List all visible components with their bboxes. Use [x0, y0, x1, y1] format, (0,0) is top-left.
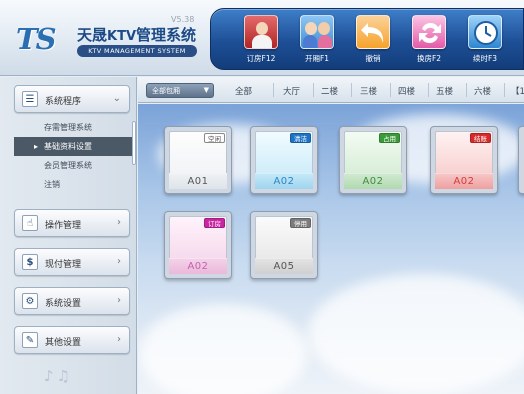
- chevron-right-icon: ›: [117, 334, 121, 345]
- tab-floor-4[interactable]: 四楼: [398, 85, 415, 97]
- app-title-cn: 天晟: [77, 26, 108, 44]
- gear-icon: ⚙: [22, 293, 38, 309]
- room-card[interactable]: 空闲 A01: [164, 126, 232, 194]
- dropdown-arrow-icon: ▼: [203, 86, 209, 94]
- tab-hall[interactable]: 大厅: [283, 85, 300, 97]
- extend-time-label: 续时F3: [472, 54, 498, 63]
- room-card[interactable]: 停用 A05: [250, 211, 318, 279]
- sidebar-item-label: 现付管理: [45, 260, 82, 270]
- system-program-label: 系统程序: [45, 97, 82, 107]
- main-toolbar: 订房F12 开厢F1 撤销 换房F2 续时F3: [210, 8, 524, 70]
- app-title-ktv: KTV: [107, 29, 137, 44]
- tab-all[interactable]: 全部: [235, 85, 252, 97]
- chevron-right-icon: ›: [117, 217, 121, 228]
- logo: TS: [16, 22, 57, 56]
- room-number: A01: [169, 173, 227, 189]
- tab-floor-6[interactable]: 六楼: [474, 85, 491, 97]
- room-number: A02: [435, 173, 493, 189]
- room-filter-select[interactable]: 全部包厢 ▼: [146, 83, 214, 98]
- room-card[interactable]: 占用 A02: [339, 126, 407, 194]
- undo-button[interactable]: 撤销: [351, 15, 395, 67]
- room-card[interactable]: 订房 A02: [164, 211, 232, 279]
- chevron-down-icon: ⌄: [112, 93, 121, 104]
- room-number: A02: [255, 173, 313, 189]
- system-program-dropdown[interactable]: ☰ 系统程序 ⌄: [14, 85, 130, 113]
- room-filter-label: 全部包厢: [152, 87, 180, 95]
- change-room-label: 换房F2: [416, 54, 442, 63]
- order-room-icon: [244, 15, 278, 49]
- app-title-suffix: 管理系统: [136, 26, 197, 44]
- submenu-item-basic-data[interactable]: 基础资料设置: [14, 137, 132, 156]
- order-room-label: 订房F12: [246, 54, 276, 63]
- app-header: TS V5.38 天晟KTV管理系统 KTV MANAGEMENT SYSTEM…: [0, 0, 524, 76]
- sidebar-item-label: 其他设置: [45, 338, 82, 348]
- room-number: A02: [344, 173, 402, 189]
- sidebar: ☰ 系统程序 ⌄ 存需管理系统 基础资料设置 会员管理系统 注销 ☝ 操作管理 …: [0, 77, 137, 394]
- submenu-item-members[interactable]: 会员管理系统: [14, 156, 132, 175]
- room-status-badge: 订房: [204, 218, 225, 228]
- tab-more[interactable]: 【1: [511, 85, 524, 97]
- dollar-icon: $: [22, 254, 38, 270]
- open-room-icon: [300, 15, 334, 49]
- room-number: A05: [255, 258, 313, 274]
- app-subtitle: KTV MANAGEMENT SYSTEM: [77, 45, 197, 57]
- sidebar-item-system-settings[interactable]: ⚙ 系统设置 ›: [14, 287, 130, 315]
- room-number: A02: [169, 258, 227, 274]
- version-label: V5.38: [171, 15, 195, 24]
- sidebar-item-label: 操作管理: [45, 221, 82, 231]
- room-card[interactable]: 清洁 A02: [250, 126, 318, 194]
- room-status-badge: 占用: [379, 133, 400, 143]
- chevron-right-icon: ›: [117, 256, 121, 267]
- undo-icon: [356, 15, 390, 49]
- submenu-item-storage[interactable]: 存需管理系统: [14, 118, 132, 137]
- undo-label: 撤销: [365, 54, 381, 63]
- wrench-icon: ✎: [22, 332, 38, 348]
- room-status-badge: 结账: [470, 133, 491, 143]
- sidebar-item-operations[interactable]: ☝ 操作管理 ›: [14, 209, 130, 237]
- change-room-button[interactable]: 换房F2: [407, 15, 451, 67]
- extend-time-icon: [468, 15, 502, 49]
- sidebar-item-cash[interactable]: $ 现付管理 ›: [14, 248, 130, 276]
- room-card[interactable]: 结账 A02: [430, 126, 498, 194]
- chevron-right-icon: ›: [117, 295, 121, 306]
- room-status-badge: 停用: [290, 218, 311, 228]
- sidebar-item-other-settings[interactable]: ✎ 其他设置 ›: [14, 326, 130, 354]
- program-submenu: 存需管理系统 基础资料设置 会员管理系统 注销: [14, 118, 132, 198]
- floor-tabs: 全部包厢 ▼ 全部 大厅 二楼 三楼 四楼 五楼 六楼 【1: [138, 77, 524, 103]
- tab-floor-5[interactable]: 五楼: [436, 85, 453, 97]
- list-icon: ☰: [22, 91, 38, 107]
- sidebar-scrollbar[interactable]: [132, 121, 136, 165]
- hand-icon: ☝: [22, 215, 38, 231]
- submenu-item-logout[interactable]: 注销: [14, 175, 132, 194]
- tab-floor-3[interactable]: 三楼: [360, 85, 377, 97]
- open-room-button[interactable]: 开厢F1: [295, 15, 339, 67]
- order-room-button[interactable]: 订房F12: [239, 15, 283, 67]
- music-note-decoration: ♪♫: [44, 367, 74, 385]
- room-card-partial[interactable]: [518, 126, 524, 194]
- change-room-icon: [412, 15, 446, 49]
- open-room-label: 开厢F1: [304, 54, 330, 63]
- room-grid: 空闲 A01 清洁 A02 占用 A02 结账 A02 订房 A02 停用 A0…: [138, 104, 524, 394]
- sidebar-item-label: 系统设置: [45, 299, 82, 309]
- room-status-badge: 清洁: [290, 133, 311, 143]
- room-status-badge: 空闲: [204, 133, 225, 143]
- app-title: 天晟KTV管理系统: [77, 24, 196, 45]
- tab-floor-2[interactable]: 二楼: [321, 85, 338, 97]
- extend-time-button[interactable]: 续时F3: [463, 15, 507, 67]
